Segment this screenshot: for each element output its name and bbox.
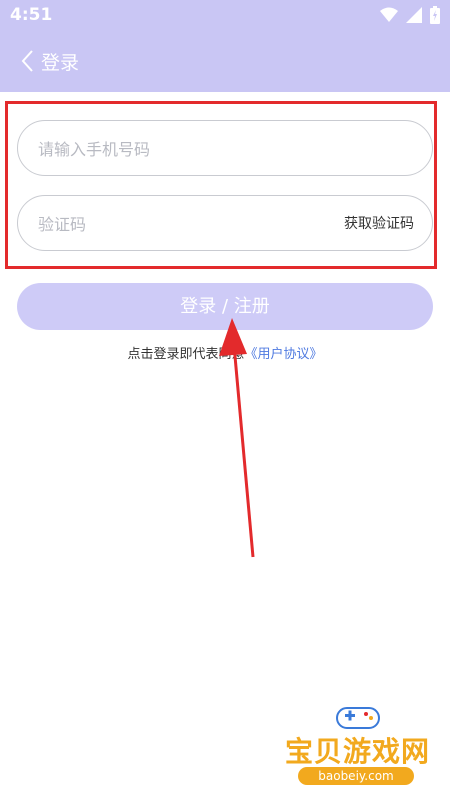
signal-icon	[406, 7, 422, 23]
back-arrow-icon[interactable]	[18, 48, 40, 74]
app-bar: 登录	[0, 30, 450, 92]
page-title: 登录	[41, 52, 80, 74]
status-bar: 4:51	[0, 0, 450, 30]
login-register-button[interactable]: 登录 / 注册	[17, 283, 433, 330]
watermark-logo: 宝贝游戏网 baobeiy.com	[275, 700, 440, 790]
wifi-icon	[380, 7, 398, 22]
highlight-box	[5, 101, 437, 269]
gamepad-icon	[336, 707, 380, 729]
agreement-text: 点击登录即代表同意《用户协议》	[0, 343, 450, 362]
battery-icon	[430, 6, 440, 24]
user-agreement-link[interactable]: 《用户协议》	[245, 347, 323, 362]
agreement-prefix: 点击登录即代表同意	[127, 347, 245, 362]
status-time: 4:51	[10, 5, 53, 25]
watermark-url: baobeiy.com	[298, 767, 414, 785]
watermark-name: 宝贝游戏网	[284, 735, 430, 768]
status-icons	[380, 6, 440, 24]
